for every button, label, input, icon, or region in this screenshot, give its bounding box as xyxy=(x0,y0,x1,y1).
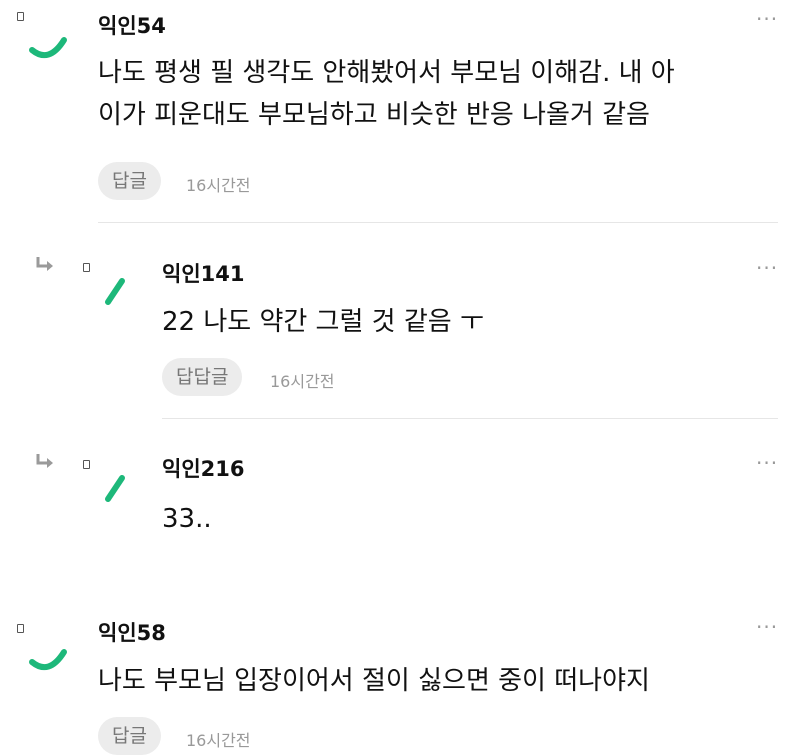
timestamp: 16시간전 xyxy=(186,731,251,750)
avatar[interactable] xyxy=(14,6,74,66)
author-name[interactable]: 익인54 xyxy=(98,10,166,40)
comment-text: 22 나도 약간 그럴 것 같음 ㅜ xyxy=(162,307,484,337)
avatar[interactable] xyxy=(80,454,140,514)
avatar[interactable] xyxy=(80,257,140,317)
author-name[interactable]: 익인141 xyxy=(162,258,244,288)
reply-button[interactable]: 답글 xyxy=(98,717,161,755)
reply-arrow-icon xyxy=(36,454,53,468)
comment-text: 나도 평생 필 생각도 안해봤어서 부모님 이해감. 내 아 이가 피운대도 부… xyxy=(98,58,675,130)
leaf-icon xyxy=(105,278,125,305)
leaf-icon xyxy=(29,649,67,671)
author-name[interactable]: 익인58 xyxy=(98,617,166,647)
comment-text: 나도 부모님 입장이어서 절이 싫으면 중이 떠나야지 xyxy=(98,666,650,696)
timestamp: 16시간전 xyxy=(186,176,251,195)
divider xyxy=(98,222,778,223)
reply-arrow-icon xyxy=(36,257,53,271)
comment-item: 익인58 ··· 나도 부모님 입장이어서 절이 싫으면 중이 떠나야지 답글 … xyxy=(0,600,790,755)
more-dots-icon[interactable]: ··· xyxy=(756,617,778,637)
comment-text: 33.. xyxy=(162,504,212,534)
more-dots-icon[interactable]: ··· xyxy=(756,258,778,278)
reply-comment-item: 익인216 ··· 33.. xyxy=(0,420,790,600)
reply-button[interactable]: 답글 xyxy=(98,162,161,200)
leaf-icon xyxy=(29,37,67,59)
divider xyxy=(162,418,778,419)
avatar[interactable] xyxy=(14,618,74,678)
timestamp: 16시간전 xyxy=(270,372,335,391)
author-name[interactable]: 익인216 xyxy=(162,453,244,483)
more-dots-icon[interactable]: ··· xyxy=(756,453,778,473)
more-dots-icon[interactable]: ··· xyxy=(756,9,778,29)
leaf-icon xyxy=(105,475,125,502)
reply-comment-item: 익인141 ··· 22 나도 약간 그럴 것 같음 ㅜ 답답글 16시간전 xyxy=(0,225,790,420)
reply-button[interactable]: 답답글 xyxy=(162,358,243,396)
comment-item: 익인54 ··· 나도 평생 필 생각도 안해봤어서 부모님 이해감. 내 아 … xyxy=(0,0,790,225)
